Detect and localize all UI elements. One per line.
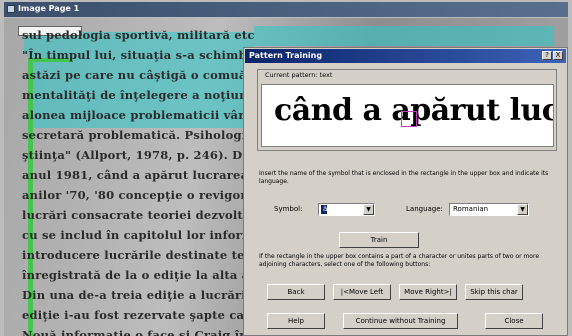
- dialog-close-button[interactable]: X: [553, 51, 563, 60]
- doc-line: ştiinţa" (Allport, 1978, p. 246). Duck: [22, 148, 267, 162]
- language-label: Language:: [406, 205, 443, 213]
- pattern-preview: când a apărut lucrarea: [261, 84, 554, 147]
- symbol-label: Symbol:: [274, 205, 303, 213]
- chevron-down-icon[interactable]: ▼: [517, 204, 528, 215]
- doc-line: sul pedologia sportivă, militară etc: [22, 28, 255, 42]
- dialog-title: Pattern Training: [249, 51, 323, 60]
- hint-text: If the rectangle in the upper box contai…: [259, 253, 540, 268]
- image-page-title: Image Page 1: [18, 4, 80, 13]
- continue-without-training-button[interactable]: Continue without Training: [343, 313, 458, 329]
- image-page-titlebar[interactable]: Image Page 1: [4, 2, 568, 17]
- language-combobox[interactable]: Romanian ▼: [449, 203, 529, 216]
- back-button[interactable]: Back: [267, 284, 325, 300]
- train-button[interactable]: Train: [339, 232, 419, 248]
- chevron-down-icon[interactable]: ▼: [363, 204, 374, 215]
- symbol-combobox[interactable]: ă ▼: [318, 203, 375, 216]
- language-value: Romanian: [453, 205, 489, 213]
- dialog-titlebar[interactable]: Pattern Training ? X: [245, 49, 566, 63]
- doc-line: anilor '70, '80 concepţie o revigorare: [22, 188, 269, 202]
- window-icon: [7, 5, 15, 13]
- highlight-block-3: [254, 26, 554, 46]
- help-button[interactable]: Help: [267, 313, 325, 329]
- move-right-button[interactable]: Move Right>|: [399, 284, 457, 300]
- symbol-selection-rectangle: [401, 111, 417, 127]
- doc-line: Nouă informaţie o face şi Craig în: [22, 328, 248, 336]
- skip-char-button[interactable]: Skip this char: [465, 284, 523, 300]
- close-button[interactable]: Close: [485, 313, 543, 329]
- dialog-help-button[interactable]: ?: [542, 51, 552, 60]
- move-left-button[interactable]: |<Move Left: [333, 284, 391, 300]
- symbol-value: ă: [323, 205, 328, 213]
- doc-line: "În timpul lui, situaţia s-a schimbat: [22, 48, 260, 62]
- pattern-training-dialog: Pattern Training ? X Current pattern: te…: [243, 47, 568, 336]
- current-pattern-label: Current pattern: text: [264, 71, 334, 79]
- instruction-text: Insert the name of the symbol that is en…: [259, 170, 549, 185]
